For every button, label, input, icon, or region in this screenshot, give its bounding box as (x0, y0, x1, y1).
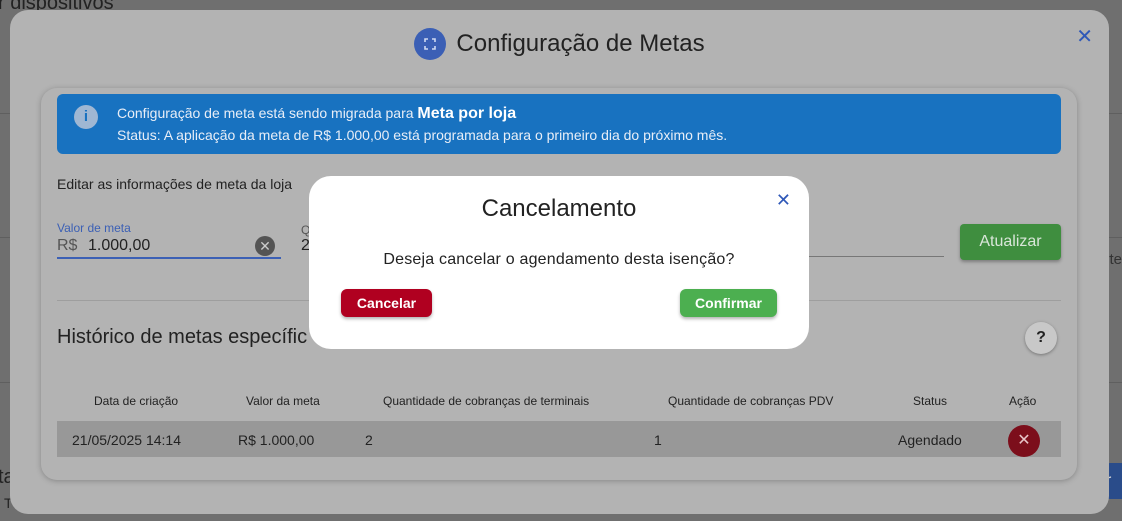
info-line-1-bold: Meta por loja (417, 105, 517, 122)
cancel-schedule-button[interactable]: ✕ (1008, 425, 1040, 457)
currency-prefix: R$ (57, 237, 78, 254)
column-header: Status (913, 394, 948, 408)
confirm-dialog-message: Deseja cancelar o agendamento desta isen… (383, 251, 735, 268)
column-header: Ação (1009, 394, 1037, 408)
help-button[interactable]: ? (1025, 322, 1057, 354)
column-header: Valor da meta (246, 394, 320, 408)
cell-value: R$ 1.000,00 (238, 432, 315, 448)
column-header: Data de criação (94, 394, 179, 408)
cancel-button[interactable]: Cancelar (341, 289, 432, 317)
info-icon: i (74, 105, 98, 129)
goal-value-input[interactable]: 1.000,00 (88, 237, 150, 255)
goal-value-label: Valor de meta (57, 221, 131, 235)
cell-status: Agendado (898, 432, 962, 448)
cell-terminal-charges: 2 (365, 432, 373, 448)
dialog-title: Configuração de Metas (456, 30, 705, 57)
cell-pdv-charges: 1 (654, 432, 662, 448)
info-line-1-text: Configuração de meta está sendo migrada … (117, 105, 414, 121)
confirm-button[interactable]: Confirmar (680, 289, 777, 317)
update-button[interactable]: Atualizar (960, 224, 1061, 260)
info-line-2: Status: A aplicação da meta de R$ 1.000,… (117, 127, 728, 143)
clear-icon[interactable]: ✕ (255, 236, 275, 256)
history-title: Histórico de metas específic (57, 326, 308, 348)
info-banner: i Configuração de meta está sendo migrad… (57, 94, 1061, 154)
expand-icon (414, 28, 447, 60)
dialog-header: Configuração de Metas (10, 28, 1109, 60)
column-header: Quantidade de cobranças de terminais (383, 394, 590, 408)
edit-section-label: Editar as informações de meta da loja (57, 176, 293, 192)
cell-date: 21/05/2025 14:14 (72, 432, 181, 448)
column-header: Quantidade de cobranças PDV (668, 394, 834, 408)
info-line-1: Configuração de meta está sendo migrada … (117, 105, 516, 123)
goal-value-field[interactable]: Valor de meta R$ 1.000,00 ✕ (57, 221, 281, 259)
close-icon[interactable]: ✕ (776, 190, 791, 211)
cancel-confirm-dialog: Cancelamento ✕ Deseja cancelar o agendam… (309, 176, 809, 349)
close-icon: ✕ (1017, 432, 1031, 449)
close-icon[interactable]: ✕ (1076, 24, 1093, 49)
third-field-underline[interactable] (801, 256, 944, 257)
confirm-dialog-title: Cancelamento (481, 195, 637, 222)
